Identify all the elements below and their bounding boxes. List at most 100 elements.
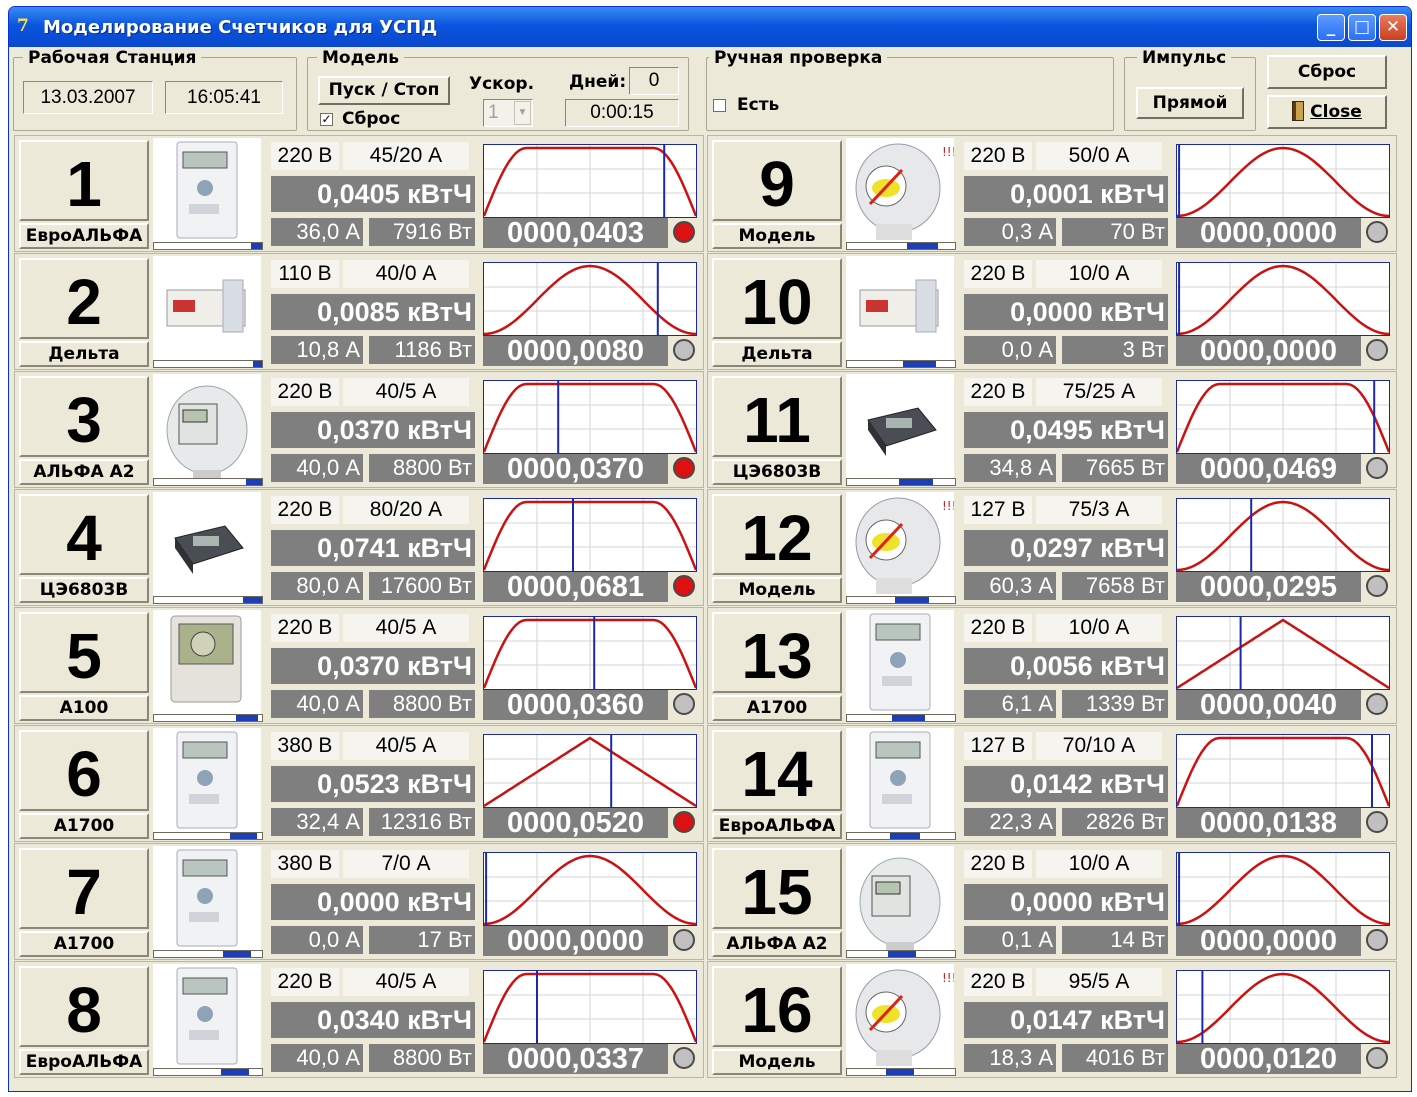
meter-number[interactable]: 15 [712,848,842,929]
meter-panel-8: 8 ЕвроАЛЬФА 220 В 40/5 А 0,0340 кВтЧ 40,0 А 88… [14,961,704,1078]
meter-progress-bar [846,478,956,486]
meter-number[interactable]: 16 [712,966,842,1047]
waveform-svg [1176,499,1390,572]
meter-model-button[interactable]: А100 [19,695,149,721]
meter-current: 40,0 А [271,454,363,482]
meter-model-button[interactable]: ЕвроАЛЬФА [712,813,842,839]
meter-status-lamp[interactable] [1366,575,1388,597]
meter-energy: 0,0370 кВтЧ [271,648,475,684]
reset-checkbox[interactable]: ✓ [320,113,333,126]
meter-status-lamp[interactable] [1366,339,1388,361]
meter-model-button[interactable]: ЕвроАЛЬФА [19,223,149,249]
meter-energy: 0,0340 кВтЧ [271,1002,475,1038]
meter-status-lamp[interactable] [1366,693,1388,715]
meter-power: 7665 Вт [1062,454,1168,482]
meter-current: 34,8 А [964,454,1056,482]
meter-number[interactable]: 10 [712,258,842,339]
meter-voltage: 220 В [271,378,339,406]
window-close-button[interactable]: ✕ [1379,14,1407,41]
meter-number[interactable]: 6 [19,730,149,811]
meter-model-button[interactable]: ЦЭ6803В [712,459,842,485]
meter-current: 0,3 А [964,218,1056,246]
meter-number[interactable]: 2 [19,258,149,339]
meter-status-lamp[interactable] [1366,811,1388,833]
meter-voltage: 220 В [964,378,1032,406]
maximize-button[interactable]: □ [1348,14,1376,41]
time-field: 16:05:41 [165,81,283,114]
meter-status-lamp[interactable] [1366,929,1388,951]
meter-model-button[interactable]: АЛЬФА А2 [712,931,842,957]
meter-model-button[interactable]: А1700 [19,813,149,839]
meter-panel-2: 2 Дельта 110 В 40/0 А 0,0085 кВтЧ 10,8 А 1186 … [14,253,704,370]
start-stop-button[interactable]: Пуск / Стоп [318,76,450,105]
meter-number[interactable]: 9 [712,140,842,221]
meter-energy: 0,0147 кВтЧ [964,1002,1168,1038]
meter-counter: 0000,0000 [1176,336,1361,366]
has-checkbox[interactable] [713,99,726,112]
meter-status-lamp[interactable] [673,221,695,243]
close-button[interactable]: Close [1267,95,1387,129]
meter-status-lamp[interactable] [673,811,695,833]
meter-progress-bar [846,832,956,840]
meter-status-lamp[interactable] [673,929,695,951]
app-logo-icon: 7 [17,16,29,36]
waveform-svg [1176,971,1390,1044]
meter-number[interactable]: 11 [712,376,842,457]
meter-model-button[interactable]: Дельта [19,341,149,367]
meter-status-lamp[interactable] [673,339,695,361]
meter-status-lamp[interactable] [673,1047,695,1069]
meter-panel-10: 10 Дельта 220 В 10/0 А 0,0000 кВтЧ 0,0 А3 Вт 0… [707,253,1397,370]
meter-panel-9: 9Модель!!! 220 В50/0 А 0,0001 кВтЧ 0,3 А70 … [707,135,1397,252]
reset-button[interactable]: Сброс [1267,55,1387,89]
meter-current: 0,0 А [964,336,1056,364]
meter-voltage: 110 В [271,260,339,288]
meter-waveform [483,852,697,926]
meter-waveform [482,498,698,572]
meter-status-lamp[interactable] [1366,221,1388,243]
meter-panel-5: 5 А100 220 В 40/5 А 0,0370 кВтЧ 40,0 А 8800 Вт… [14,607,704,724]
meter-number[interactable]: 8 [19,966,149,1047]
meter-waveform [483,262,697,336]
meter-number[interactable]: 12 [712,494,842,575]
meter-model-button[interactable]: А1700 [19,931,149,957]
elapsed-field: 0:00:15 [565,99,679,127]
accel-select[interactable]: 1 ▼ [483,99,533,127]
close-button-label: Close [1310,102,1362,122]
meter-current-rating: 75/25 А [1036,378,1162,406]
impulse-mode-button[interactable]: Прямой [1136,87,1244,119]
meter-progress-bar [846,1068,956,1076]
svg-text:!!!: !!! [942,499,954,513]
meter-model-button[interactable]: АЛЬФА А2 [19,459,149,485]
meter-energy: 0,0085 кВтЧ [271,294,475,330]
meter-current-rating: 10/0 А [1036,260,1162,288]
meter-model-button[interactable]: ЦЭ6803В [19,577,149,603]
meter-current-rating: 40/5 А [343,378,469,406]
meter-progress-fill [885,1069,914,1075]
meter-status-lamp[interactable] [1366,457,1388,479]
meter-progress-bar [846,360,956,368]
title-bar[interactable]: 7 Моделирование Счетчиков для УСПД _ □ ✕ [9,7,1411,47]
meter-status-lamp[interactable] [673,693,695,715]
meter-progress-fill [251,243,262,249]
meter-number[interactable]: 3 [19,376,149,457]
meter-status-lamp[interactable] [673,575,695,597]
meter-model-button[interactable]: ЕвроАЛЬФА [19,1049,149,1075]
meter-number[interactable]: 5 [19,612,149,693]
meter-current: 22,3 А [964,808,1056,836]
meter-status-lamp[interactable] [1366,1047,1388,1069]
meter-model-button[interactable]: Дельта [712,341,842,367]
meter-current-rating: 45/20 А [343,142,469,170]
meter-status-lamp[interactable] [673,457,695,479]
meter-voltage: 220 В [964,142,1032,170]
meter-model-button[interactable]: Модель [712,577,842,603]
meter-number[interactable]: 4 [19,494,149,575]
meter-number[interactable]: 7 [19,848,149,929]
minimize-button[interactable]: _ [1317,14,1345,41]
meter-model-button[interactable]: Модель [712,1049,842,1075]
meter-model-button[interactable]: Модель [712,223,842,249]
meter-number[interactable]: 1 [19,140,149,221]
meter-number[interactable]: 14 [712,730,842,811]
meter-a1700-icon [846,610,954,714]
meter-number[interactable]: 13 [712,612,842,693]
meter-model-button[interactable]: А1700 [712,695,842,721]
